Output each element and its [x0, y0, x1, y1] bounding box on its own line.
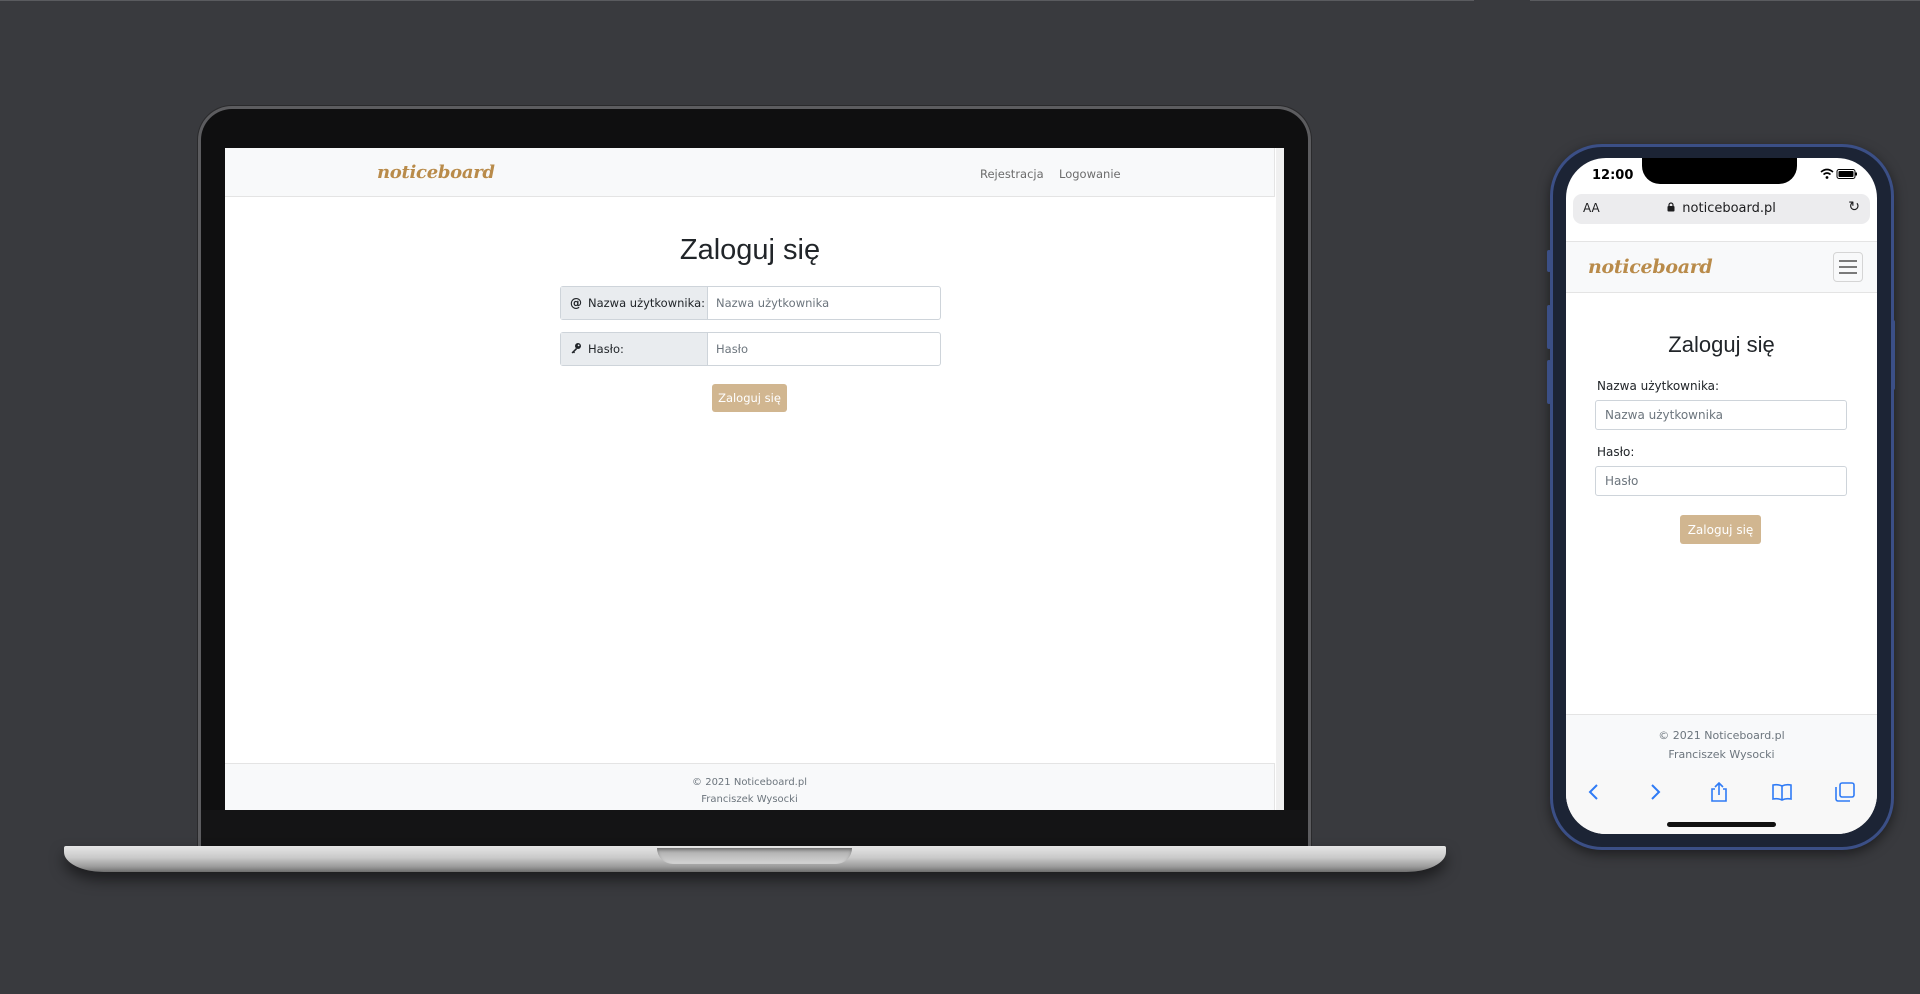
top-edge-line: [0, 0, 1920, 1]
laptop-screen: noticeboard Rejestracja Logowanie Zalogu…: [225, 148, 1284, 810]
top-edge-gap: [1474, 0, 1530, 1]
footer-copyright: © 2021 Noticeboard.pl: [692, 777, 807, 788]
home-indicator: [1667, 822, 1776, 827]
phone-screen: 12:00 AA noticeboard.pl ↻ noticeboard Za…: [1566, 158, 1877, 834]
back-icon[interactable]: [1578, 782, 1608, 806]
lock-icon: [1667, 202, 1678, 215]
login-button[interactable]: Zaloguj się: [712, 384, 787, 412]
brand-logo[interactable]: noticeboard: [377, 162, 495, 183]
mobile-brand-logo[interactable]: noticeboard: [1588, 256, 1713, 278]
battery-icon: [1836, 169, 1857, 179]
footer-author: Franciszek Wysocki: [701, 794, 798, 805]
wifi-icon: [1820, 168, 1834, 179]
bookmarks-icon[interactable]: [1767, 782, 1797, 806]
at-icon: @: [570, 296, 582, 310]
mobile-password-input[interactable]: [1595, 466, 1847, 496]
phone-mute-switch: [1547, 250, 1551, 272]
scrollbar[interactable]: [1276, 148, 1284, 810]
phone-side-button: [1891, 320, 1895, 390]
mobile-footer-copyright: © 2021 Noticeboard.pl: [1658, 729, 1785, 742]
username-addon: @ Nazwa użytkownika:: [561, 287, 708, 319]
tabs-icon[interactable]: [1830, 782, 1860, 807]
status-icons: [1819, 168, 1859, 183]
phone-notch: [1642, 158, 1797, 184]
url-text: noticeboard.pl: [1682, 201, 1776, 216]
key-icon: [570, 342, 582, 357]
nav-link-login[interactable]: Logowanie: [1059, 167, 1121, 181]
username-label: Nazwa użytkownika:: [588, 296, 705, 310]
mobile-username-label: Nazwa użytkownika:: [1597, 379, 1720, 393]
footer: © 2021 Noticeboard.pl Franciszek Wysocki: [225, 763, 1275, 810]
password-input-group: Hasło:: [560, 332, 941, 366]
page-title: Zaloguj się: [679, 234, 821, 266]
username-input[interactable]: [708, 287, 940, 319]
share-icon[interactable]: [1704, 781, 1734, 807]
url-display: noticeboard.pl: [1573, 201, 1870, 216]
phone-volume-up: [1547, 305, 1551, 349]
hamburger-menu-icon[interactable]: [1833, 252, 1863, 282]
forward-icon[interactable]: [1641, 782, 1671, 806]
mobile-password-label: Hasło:: [1597, 445, 1635, 459]
nav-link-register[interactable]: Rejestracja: [980, 167, 1044, 181]
reload-icon[interactable]: ↻: [1848, 199, 1860, 215]
mobile-username-input[interactable]: [1595, 400, 1847, 430]
navbar: noticeboard Rejestracja Logowanie: [225, 148, 1275, 197]
password-addon: Hasło:: [561, 333, 708, 365]
phone-volume-down: [1547, 360, 1551, 404]
password-label: Hasło:: [588, 342, 624, 356]
mobile-footer-author: Franciszek Wysocki: [1668, 748, 1775, 761]
mobile-footer: © 2021 Noticeboard.pl Franciszek Wysocki: [1566, 714, 1877, 770]
status-time: 12:00: [1592, 168, 1634, 183]
username-input-group: @ Nazwa użytkownika:: [560, 286, 941, 320]
laptop-chin: [201, 810, 1308, 848]
laptop-notch: [657, 848, 852, 864]
mobile-page-title: Zaloguj się: [1668, 332, 1775, 357]
password-input[interactable]: [708, 333, 940, 365]
url-bar[interactable]: AA noticeboard.pl ↻: [1573, 194, 1870, 224]
mobile-login-button[interactable]: Zaloguj się: [1680, 515, 1761, 544]
mobile-navbar: noticeboard: [1566, 241, 1877, 293]
